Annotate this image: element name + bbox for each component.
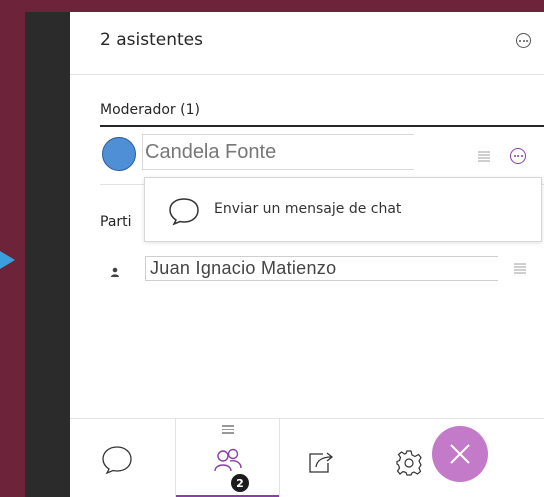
attendees-count-title: 2 asistentes xyxy=(100,30,203,50)
close-panel-button[interactable] xyxy=(432,426,488,482)
side-strip xyxy=(25,12,70,497)
chat-bubble-icon xyxy=(167,196,201,230)
chat-popup-menu: Enviar un mensaje de chat xyxy=(144,177,542,242)
attendees-count-badge: 2 xyxy=(231,474,249,492)
list-icon xyxy=(478,150,490,163)
participants-section-title: Parti xyxy=(100,214,132,230)
attendees-panel: 2 asistentes Moderador (1) Candela Fonte… xyxy=(70,12,544,497)
chat-tab[interactable] xyxy=(100,419,170,497)
moderator-name[interactable]: Candela Fonte xyxy=(145,141,276,164)
close-icon xyxy=(448,442,472,470)
pointer-arrow-icon xyxy=(0,251,15,269)
list-icon xyxy=(514,262,526,275)
drag-handle-icon xyxy=(222,425,234,436)
panel-header: 2 asistentes xyxy=(70,12,544,75)
participant-role-icon xyxy=(110,262,120,281)
more-options-icon[interactable] xyxy=(516,33,531,48)
participant-name[interactable]: Juan Ignacio Matienzo xyxy=(150,258,336,279)
share-content-tab[interactable] xyxy=(295,419,365,497)
send-chat-message-option[interactable]: Enviar un mensaje de chat xyxy=(214,201,401,217)
attendees-tab[interactable]: 2 xyxy=(175,419,280,497)
moderator-more-options-icon[interactable] xyxy=(510,148,526,164)
settings-icon xyxy=(395,449,423,481)
moderators-section-title: Moderador (1) xyxy=(100,102,200,118)
chat-icon xyxy=(100,444,134,480)
avatar xyxy=(102,137,136,171)
share-icon xyxy=(307,449,337,479)
section-divider xyxy=(100,125,544,127)
